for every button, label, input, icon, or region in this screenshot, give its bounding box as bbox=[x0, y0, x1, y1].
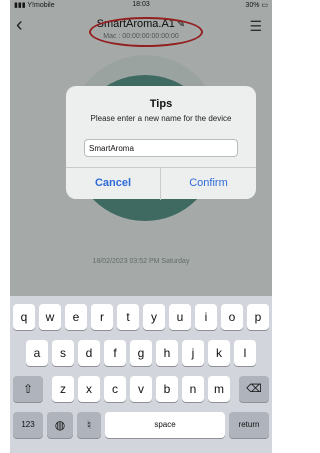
key-c[interactable]: c bbox=[104, 376, 126, 402]
app-screen: ▮▮▮ Y!mobile 18:03 30% ▭ ‹ SmartAroma.A1… bbox=[10, 0, 272, 453]
key-v[interactable]: v bbox=[130, 376, 152, 402]
key-f[interactable]: f bbox=[104, 340, 126, 366]
key-d[interactable]: d bbox=[78, 340, 100, 366]
key-h[interactable]: h bbox=[156, 340, 178, 366]
key-p[interactable]: p bbox=[247, 304, 269, 330]
key-t[interactable]: t bbox=[117, 304, 139, 330]
dialog-title: Tips bbox=[149, 98, 173, 110]
key-u[interactable]: u bbox=[169, 304, 191, 330]
key-g[interactable]: g bbox=[130, 340, 152, 366]
globe-icon[interactable]: ◍ bbox=[47, 412, 73, 438]
key-k[interactable]: k bbox=[208, 340, 230, 366]
key-i[interactable]: i bbox=[195, 304, 217, 330]
key-y[interactable]: y bbox=[143, 304, 165, 330]
return-key[interactable]: return bbox=[229, 412, 269, 438]
numbers-key[interactable]: 123 bbox=[13, 412, 43, 438]
rename-dialog: Tips Please enter a new name for the dev… bbox=[66, 86, 256, 200]
key-z[interactable]: z bbox=[52, 376, 74, 402]
key-r[interactable]: r bbox=[91, 304, 113, 330]
dialog-buttons: Cancel Confirm bbox=[66, 167, 256, 200]
dialog-message: Please enter a new name for the device bbox=[90, 114, 232, 123]
key-b[interactable]: b bbox=[156, 376, 178, 402]
key-w[interactable]: w bbox=[39, 304, 61, 330]
confirm-button[interactable]: Confirm bbox=[161, 168, 256, 200]
key-m[interactable]: m bbox=[208, 376, 230, 402]
microphone-icon[interactable]: ♮ bbox=[77, 412, 101, 438]
key-a[interactable]: a bbox=[26, 340, 48, 366]
key-q[interactable]: q bbox=[13, 304, 35, 330]
key-n[interactable]: n bbox=[182, 376, 204, 402]
key-j[interactable]: j bbox=[182, 340, 204, 366]
key-l[interactable]: l bbox=[234, 340, 256, 366]
space-key[interactable]: space bbox=[105, 412, 225, 438]
device-name-input[interactable] bbox=[84, 139, 238, 157]
key-x[interactable]: x bbox=[78, 376, 100, 402]
cancel-button[interactable]: Cancel bbox=[66, 168, 161, 200]
keyboard: q w e r t y u i o p a s d f g h j k l ⇧ … bbox=[10, 296, 272, 453]
key-e[interactable]: e bbox=[65, 304, 87, 330]
backspace-icon[interactable]: ⌫ bbox=[239, 376, 269, 402]
shift-icon[interactable]: ⇧ bbox=[13, 376, 43, 402]
key-s[interactable]: s bbox=[52, 340, 74, 366]
key-o[interactable]: o bbox=[221, 304, 243, 330]
